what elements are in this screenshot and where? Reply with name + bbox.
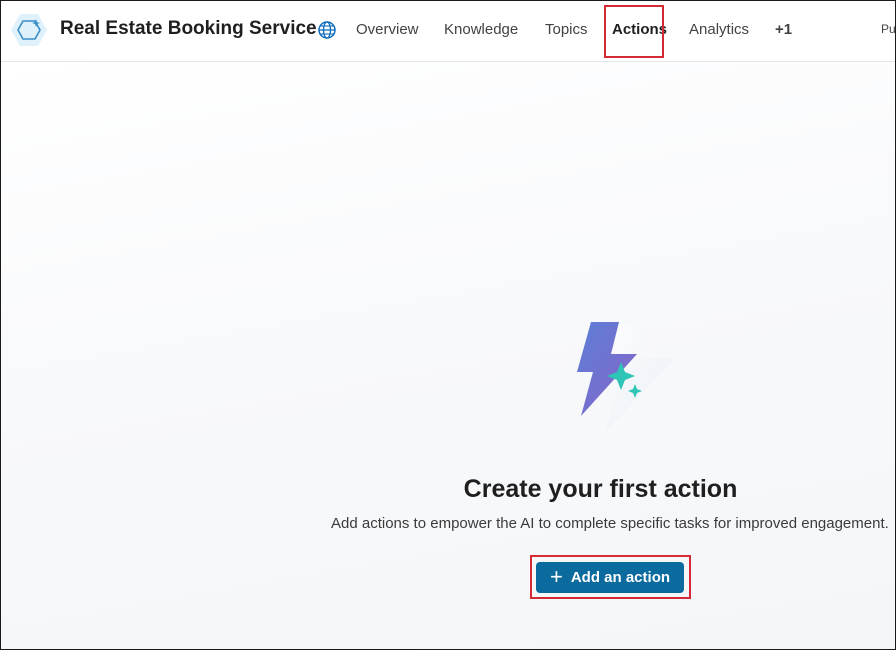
publish-button[interactable]: Pu: [881, 22, 895, 36]
plus-icon: +: [549, 563, 563, 589]
main-content: Create your first action Add actions to …: [1, 62, 895, 649]
tab-topics[interactable]: Topics: [545, 21, 588, 38]
globe-icon[interactable]: [317, 20, 337, 40]
tab-analytics[interactable]: Analytics: [689, 21, 749, 38]
more-tabs-button[interactable]: +1: [775, 21, 792, 38]
empty-state-title: Create your first action: [463, 475, 738, 503]
app-title: Real Estate Booking Service: [60, 18, 317, 39]
tab-overview[interactable]: Overview: [356, 21, 419, 38]
tab-actions[interactable]: Actions: [612, 21, 667, 38]
top-bar: Real Estate Booking Service Overview Kno…: [1, 1, 895, 62]
copilot-hexagon-icon: [11, 14, 47, 46]
add-action-button[interactable]: + Add an action: [536, 562, 684, 593]
tab-knowledge[interactable]: Knowledge: [444, 21, 518, 38]
lightning-sparkle-icon: [577, 322, 675, 432]
add-action-label: Add an action: [570, 569, 671, 586]
empty-state-description: Add actions to empower the AI to complet…: [331, 515, 889, 532]
app-window: Real Estate Booking Service Overview Kno…: [0, 0, 896, 650]
